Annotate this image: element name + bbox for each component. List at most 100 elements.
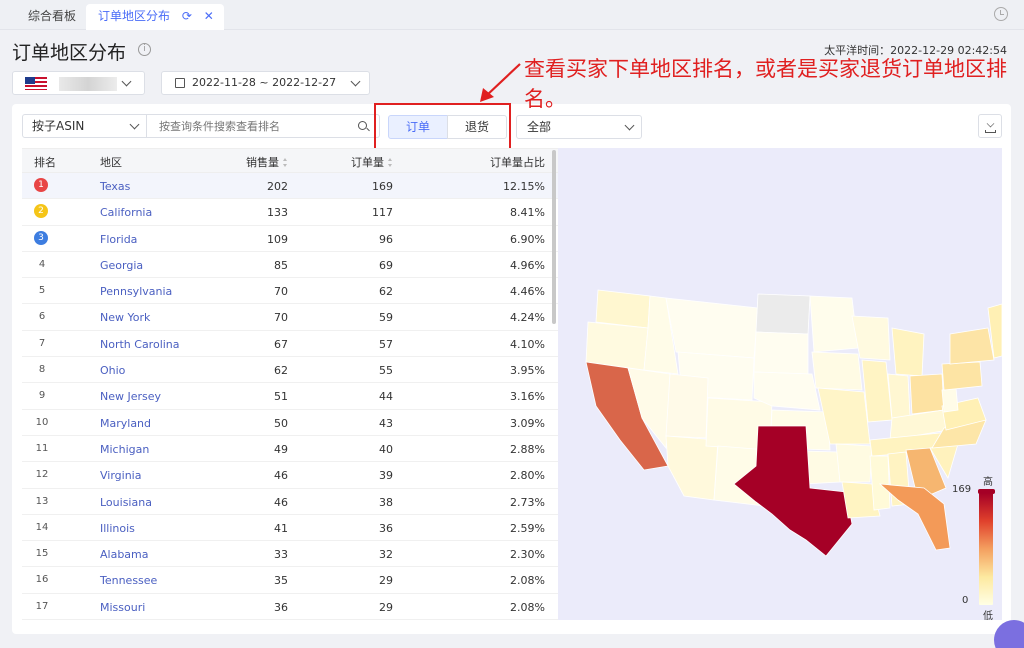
info-icon[interactable]: i [138, 43, 151, 56]
orders-cell: 43 [379, 416, 393, 430]
map-state-north-dakota [755, 293, 811, 335]
table-row[interactable]: 2 California 133 117 8.41% [22, 199, 558, 226]
orders-cell: 62 [379, 285, 393, 299]
region-link[interactable]: Michigan [100, 443, 149, 456]
region-link[interactable]: North Carolina [100, 338, 180, 351]
table-row[interactable]: 17 Missouri 36 29 2.08% [22, 594, 558, 620]
chevron-down-icon [624, 120, 635, 131]
tab-dashboard-label: 综合看板 [28, 9, 77, 23]
map-svg[interactable] [558, 148, 1003, 620]
region-link[interactable]: Ohio [100, 364, 125, 377]
region-link[interactable]: Texas [100, 180, 130, 193]
table-row[interactable]: 1 Texas 202 169 12.15% [22, 173, 558, 200]
map-state-utah [665, 373, 709, 439]
search-input[interactable] [146, 114, 380, 138]
share-cell: 2.88% [510, 442, 545, 456]
region-link[interactable]: New York [100, 311, 150, 324]
map-state-pennsylvania [941, 361, 983, 391]
region-link[interactable]: New Jersey [100, 390, 161, 403]
sales-cell: 67 [274, 337, 288, 351]
map-state-ohio [909, 373, 945, 415]
map-state-montana [665, 297, 759, 359]
rank-cell: 7 [38, 337, 46, 349]
table-row[interactable]: 7 North Carolina 67 57 4.10% [22, 331, 558, 358]
share-cell: 12.15% [503, 180, 545, 193]
orders-cell: 40 [379, 442, 393, 456]
region-link[interactable]: Virginia [100, 469, 141, 482]
table-row[interactable]: 11 Michigan 49 40 2.88% [22, 436, 558, 463]
legend-max-value: 169 [952, 484, 972, 495]
us-choropleth-map[interactable] [558, 148, 1003, 620]
share-cell: 3.09% [510, 416, 545, 430]
country-select[interactable] [12, 71, 145, 95]
map-state-washington [595, 289, 651, 329]
table-row[interactable]: 13 Louisiana 46 38 2.73% [22, 489, 558, 515]
map-state-oregon [585, 321, 649, 371]
asin-select-value: 按子ASIN [32, 119, 85, 133]
table-row[interactable]: 10 Maryland 50 43 3.09% [22, 410, 558, 436]
region-link[interactable]: Missouri [100, 601, 145, 614]
close-icon[interactable]: ✕ [204, 4, 214, 28]
header-orders[interactable]: 订单量 [351, 154, 393, 170]
region-link[interactable]: Tennessee [100, 574, 157, 587]
table-row[interactable]: 9 New Jersey 51 44 3.16% [22, 383, 558, 410]
orders-cell: 117 [372, 206, 393, 220]
sales-cell: 133 [267, 206, 288, 220]
region-link[interactable]: Pennsylvania [100, 285, 172, 298]
sales-cell: 62 [274, 364, 288, 378]
status-select[interactable]: 全部 [516, 115, 642, 139]
header-sales[interactable]: 销售量 [246, 154, 288, 170]
legend-min-value: 0 [962, 595, 969, 606]
calendar-icon [175, 78, 185, 88]
rank-cell: 4 [38, 258, 46, 270]
table-header: 排名 地区 销售量 订单量 订单量占比 [22, 149, 558, 173]
table-row[interactable]: 15 Alabama 33 32 2.30% [22, 541, 558, 568]
share-cell: 4.10% [510, 337, 545, 351]
sales-cell: 85 [274, 258, 288, 272]
region-link[interactable]: Florida [100, 233, 137, 246]
orders-cell: 69 [379, 258, 393, 272]
header-sales-label: 销售量 [246, 156, 279, 169]
chevron-down-icon [129, 119, 140, 130]
tab-bar: 综合看板 订单地区分布 ⟳ ✕ [0, 0, 1024, 30]
rank-cell: 14 [35, 521, 49, 533]
tab-order-region[interactable]: 订单地区分布 ⟳ ✕ [86, 4, 224, 30]
table-row[interactable]: 5 Pennsylvania 70 62 4.46% [22, 278, 558, 305]
date-range-picker[interactable]: 2022-11-28 ~ 2022-12-27 [161, 71, 370, 95]
download-button[interactable] [978, 114, 1002, 138]
orders-cell: 96 [379, 232, 393, 246]
sort-icon[interactable] [388, 158, 393, 167]
sales-cell: 50 [274, 416, 288, 430]
orders-cell: 55 [379, 364, 393, 378]
table-row[interactable]: 4 Georgia 85 69 4.96% [22, 252, 558, 279]
color-scale-legend[interactable] [979, 493, 993, 605]
asin-select[interactable]: 按子ASIN [22, 114, 147, 138]
table-scrollbar[interactable] [552, 150, 556, 324]
share-cell: 3.16% [510, 390, 545, 404]
refresh-icon[interactable]: ⟳ [182, 4, 192, 28]
tab-dashboard[interactable]: 综合看板 [16, 4, 88, 30]
region-link[interactable]: Louisiana [100, 496, 152, 509]
table-row[interactable]: 8 Ohio 62 55 3.95% [22, 357, 558, 384]
rank-cell: 12 [35, 469, 49, 481]
table-row[interactable]: 14 Illinois 41 36 2.59% [22, 515, 558, 542]
clock-icon[interactable] [994, 7, 1008, 21]
table-row[interactable]: 12 Virginia 46 39 2.80% [22, 462, 558, 489]
map-state-indiana [887, 373, 911, 419]
table-row[interactable]: 3 Florida 109 96 6.90% [22, 226, 558, 252]
region-link[interactable]: California [100, 206, 152, 219]
search-icon[interactable] [358, 121, 367, 130]
map-state-iowa [811, 351, 863, 391]
region-link[interactable]: Georgia [100, 259, 143, 272]
header-share: 订单量占比 [490, 156, 545, 169]
sort-icon[interactable] [283, 158, 288, 167]
region-link[interactable]: Maryland [100, 417, 151, 430]
table-row[interactable]: 16 Tennessee 35 29 2.08% [22, 567, 558, 594]
sales-cell: 46 [274, 469, 288, 483]
map-state-arkansas [835, 443, 873, 483]
region-link[interactable]: Alabama [100, 548, 149, 561]
store-name-blurred [59, 77, 117, 91]
table-row[interactable]: 6 New York 70 59 4.24% [22, 304, 558, 331]
region-link[interactable]: Illinois [100, 522, 135, 535]
map-state-south-dakota [753, 331, 809, 375]
